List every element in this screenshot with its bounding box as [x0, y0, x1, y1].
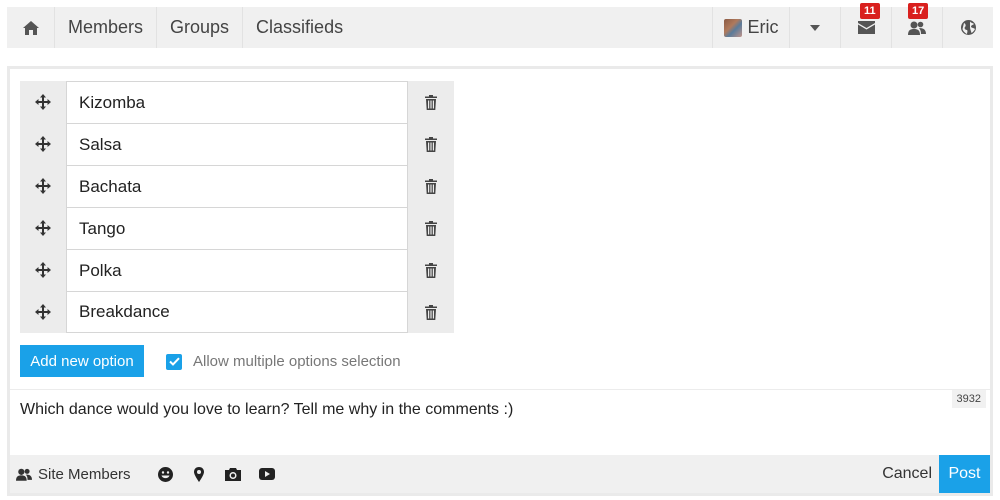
poll-option-row: Kizomba: [20, 81, 454, 123]
user-name: Eric: [747, 17, 779, 37]
move-arrows-icon: [35, 136, 51, 152]
nav-right-group: Eric 11 17: [712, 3, 993, 48]
users-icon: [16, 468, 32, 481]
chevron-down-icon: [810, 24, 820, 31]
user-dropdown-button[interactable]: [789, 7, 840, 48]
move-arrows-icon: [35, 220, 51, 236]
drag-handle[interactable]: [20, 81, 66, 123]
poll-option-input[interactable]: Breakdance: [66, 291, 408, 333]
trash-icon: [425, 220, 437, 236]
delete-option-button[interactable]: [408, 249, 454, 291]
video-icon: [259, 468, 275, 480]
poll-option-row: Breakdance: [20, 291, 454, 333]
post-text: Which dance would you love to learn? Tel…: [20, 401, 514, 418]
location-button[interactable]: [182, 466, 216, 482]
messages-button[interactable]: 11: [840, 3, 891, 48]
drag-handle[interactable]: [20, 123, 66, 165]
envelope-icon: [857, 21, 875, 34]
allow-multiple-label: Allow multiple options selection: [193, 353, 401, 370]
delete-option-button[interactable]: [408, 81, 454, 123]
avatar: [723, 18, 742, 37]
move-arrows-icon: [35, 94, 51, 110]
location-pin-icon: [194, 466, 204, 482]
move-arrows-icon: [35, 178, 51, 194]
trash-icon: [425, 94, 437, 110]
post-composer: Kizomba Salsa Bachata Tango Polka Breakd…: [7, 66, 993, 496]
poll-option-row: Salsa: [20, 123, 454, 165]
globe-icon: [960, 20, 976, 35]
checkmark-icon: [168, 357, 180, 366]
emoji-button[interactable]: [148, 466, 182, 482]
privacy-label: Site Members: [38, 465, 131, 483]
home-icon: [22, 20, 39, 35]
post-textarea[interactable]: 3932 Which dance would you love to learn…: [10, 389, 990, 455]
trash-icon: [425, 136, 437, 152]
emoji-icon: [157, 466, 173, 482]
home-button[interactable]: [7, 7, 55, 48]
delete-option-button[interactable]: [408, 291, 454, 333]
post-button[interactable]: Post: [939, 455, 990, 493]
nav-left-group: Members Groups Classifieds: [7, 7, 356, 48]
friends-button[interactable]: 17: [891, 3, 942, 48]
nav-link-groups[interactable]: Groups: [157, 7, 244, 48]
allow-multiple-toggle[interactable]: Allow multiple options selection: [166, 353, 401, 370]
poll-option-input[interactable]: Polka: [66, 249, 408, 291]
user-menu[interactable]: Eric: [712, 7, 789, 48]
poll-option-input[interactable]: Salsa: [66, 123, 408, 165]
nav-link-members[interactable]: Members: [55, 7, 158, 48]
composer-tools: [148, 455, 284, 493]
friends-badge: 17: [908, 3, 929, 19]
delete-option-button[interactable]: [408, 123, 454, 165]
move-arrows-icon: [35, 262, 51, 278]
trash-icon: [425, 262, 437, 278]
poll-option-row: Tango: [20, 207, 454, 249]
photo-button[interactable]: [216, 467, 250, 481]
composer-footer: Site Members Cancel Post: [10, 455, 990, 493]
users-icon: [908, 21, 926, 35]
poll-option-input[interactable]: Kizomba: [66, 81, 408, 123]
cancel-button[interactable]: Cancel: [882, 455, 932, 493]
move-arrows-icon: [35, 304, 51, 320]
delete-option-button[interactable]: [408, 165, 454, 207]
top-navbar: Members Groups Classifieds Eric 11 17: [7, 3, 993, 48]
poll-option-row: Polka: [20, 249, 454, 291]
poll-options-list: Kizomba Salsa Bachata Tango Polka Breakd…: [20, 81, 454, 333]
allow-multiple-checkbox[interactable]: [166, 353, 182, 370]
trash-icon: [425, 304, 437, 320]
poll-option-row: Bachata: [20, 165, 454, 207]
messages-badge: 11: [860, 3, 880, 19]
drag-handle[interactable]: [20, 291, 66, 333]
drag-handle[interactable]: [20, 249, 66, 291]
trash-icon: [425, 178, 437, 194]
drag-handle[interactable]: [20, 207, 66, 249]
privacy-selector[interactable]: Site Members: [16, 455, 131, 493]
char-counter: 3932: [951, 390, 986, 408]
camera-icon: [225, 467, 241, 481]
nav-link-classifieds[interactable]: Classifieds: [243, 7, 356, 48]
poll-option-input[interactable]: Tango: [66, 207, 408, 249]
delete-option-button[interactable]: [408, 207, 454, 249]
add-option-button[interactable]: Add new option: [20, 345, 144, 377]
video-button[interactable]: [250, 468, 284, 480]
drag-handle[interactable]: [20, 165, 66, 207]
globe-button[interactable]: [942, 7, 993, 48]
poll-option-input[interactable]: Bachata: [66, 165, 408, 207]
